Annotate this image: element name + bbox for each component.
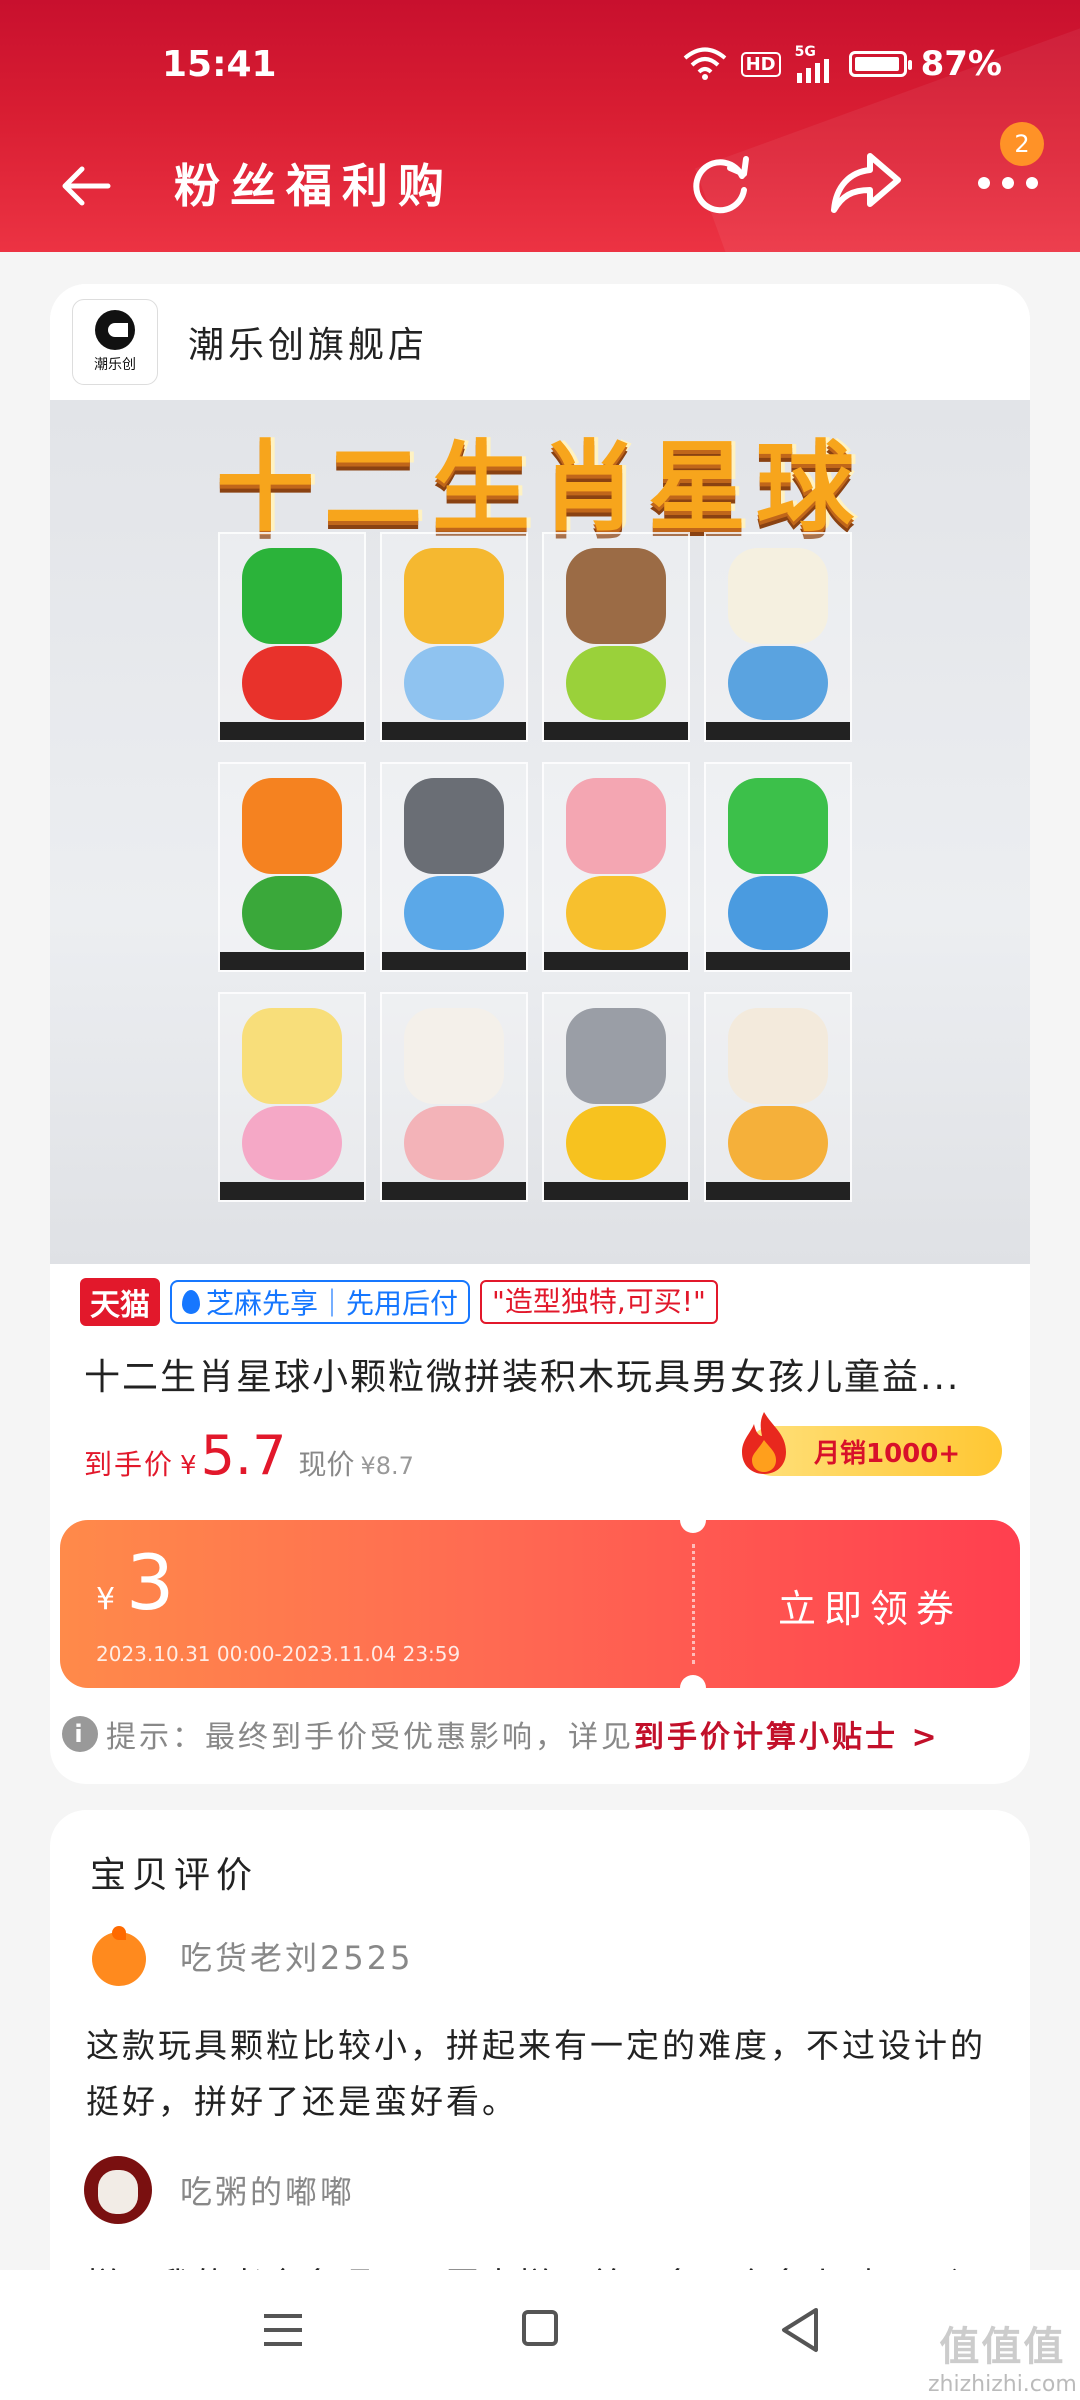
system-navigation-bar [0, 2270, 1080, 2400]
figure-chick [218, 992, 366, 1202]
price-tip-text: 提示：最终到手价受优惠影响，详见 [106, 1720, 634, 1755]
more-icon[interactable] [976, 168, 1040, 198]
system-back-icon[interactable] [778, 2306, 822, 2354]
claim-coupon-button[interactable]: 立即领券 [778, 1578, 962, 1633]
avatar [84, 2156, 152, 2224]
app-header: 15:41 HD 5G 87% 粉丝福利购 2 [0, 0, 1080, 252]
review-heading[interactable]: 宝贝评价 [90, 1846, 258, 1898]
tag-slogan: "造型独特,可买!" [480, 1280, 718, 1324]
figure-tiger [218, 762, 366, 972]
page-title: 粉丝福利购 [174, 159, 454, 213]
refresh-icon[interactable] [684, 148, 756, 220]
site-watermark: 值值值 zhizhizhi.com [928, 2314, 1077, 2397]
avatar [84, 1922, 152, 1990]
price-tip-link[interactable]: 到手价计算小贴士 > [634, 1712, 940, 1756]
figure-ox [704, 532, 852, 742]
shop-logo-mark [95, 310, 135, 350]
figure-snake [704, 762, 852, 972]
figure-dragon [218, 532, 366, 742]
coupon-notch-top [680, 1520, 706, 1533]
product-title[interactable]: 十二生肖星球小颗粒微拼装积木玩具男女孩儿童益... [84, 1348, 1004, 1400]
final-price-currency: ¥ [180, 1451, 197, 1481]
status-icons: HD 5G 87% [683, 44, 1002, 84]
home-icon[interactable] [522, 2310, 558, 2346]
figure-rabbit [380, 992, 528, 1202]
coupon-banner[interactable]: ¥ 3 2023.10.31 00:00-2023.11.04 23:59 立即… [60, 1520, 1020, 1688]
reviewer-2: 吃粥的嘟嘟 [84, 2156, 355, 2224]
zodiac-shelf-illustration [218, 532, 862, 1222]
back-arrow-icon[interactable] [56, 156, 116, 216]
network-type: 5G [794, 44, 816, 60]
price-tip: i 提示：最终到手价受优惠影响，详见 到手价计算小贴士 > [62, 1712, 940, 1756]
signal-icon: 5G [795, 45, 835, 83]
current-price-label: 现价 [298, 1448, 355, 1481]
shop-logo-text: 潮乐创 [94, 357, 136, 373]
wifi-icon [683, 47, 727, 81]
status-time: 15:41 [162, 44, 277, 85]
flame-icon [738, 1410, 790, 1476]
tag-tmall: 天猫 [80, 1278, 160, 1326]
product-card: 潮乐创 潮乐创旗舰店 十二生肖星球 天猫 芝麻先享｜先用后付 "造型独特,可买!… [50, 284, 1030, 1784]
final-price-label: 到手价 [84, 1448, 175, 1481]
battery-percent: 87% [920, 44, 1002, 84]
coupon-currency: ¥ [96, 1582, 116, 1617]
review-text: 这款玩具颗粒比较小，拼起来有一定的难度，不过设计的挺好，拼好了还是蛮好看。 [86, 2026, 986, 2121]
figure-squirrel [380, 762, 528, 972]
product-tags: 天猫 芝麻先享｜先用后付 "造型独特,可买!" [80, 1278, 718, 1326]
figure-pig [542, 762, 690, 972]
product-image[interactable]: 十二生肖星球 [50, 400, 1030, 1264]
figure-goat [704, 992, 852, 1202]
info-icon: i [62, 1716, 98, 1752]
share-icon[interactable] [826, 148, 906, 220]
shop-bar[interactable]: 潮乐创 潮乐创旗舰店 [50, 284, 1030, 400]
watermark-url: zhizhizhi.com [928, 2372, 1077, 2397]
coupon-value: 3 [126, 1538, 175, 1627]
coupon-notch-bottom [680, 1675, 706, 1688]
shop-logo[interactable]: 潮乐创 [72, 299, 158, 385]
zhima-drop-icon [182, 1290, 200, 1314]
shop-name[interactable]: 潮乐创旗舰店 [188, 316, 428, 368]
price-row: 到手价 ¥ 5.7 现价 ¥8.7 [84, 1424, 414, 1487]
figure-dog [380, 532, 528, 742]
recent-apps-icon[interactable] [262, 2310, 304, 2350]
current-price-value: ¥8.7 [360, 1452, 414, 1480]
tag-zhima[interactable]: 芝麻先享｜先用后付 [170, 1280, 471, 1324]
watermark-logo: 值值值 [939, 2324, 1066, 2370]
reviewer-name: 吃货老刘2525 [180, 1939, 414, 1977]
battery-icon [848, 51, 912, 77]
figure-mouse [542, 992, 690, 1202]
coupon-divider [692, 1544, 695, 1664]
notification-badge: 2 [1000, 122, 1044, 166]
monthly-sales-text: 月销1000+ [814, 1438, 961, 1469]
reviewer-name: 吃粥的嘟嘟 [180, 2173, 356, 2211]
product-image-banner: 十二生肖星球 [215, 431, 864, 545]
final-price-value: 5.7 [200, 1424, 287, 1487]
coupon-period: 2023.10.31 00:00-2023.11.04 23:59 [96, 1642, 461, 1666]
monthly-sales-badge: 月销1000+ [742, 1412, 1002, 1476]
figure-boar [542, 532, 690, 742]
tag-zhima-label: 芝麻先享｜先用后付 [206, 1287, 459, 1320]
reviewer-1: 吃货老刘2525 [84, 1922, 413, 1990]
hd-icon: HD [740, 51, 781, 77]
